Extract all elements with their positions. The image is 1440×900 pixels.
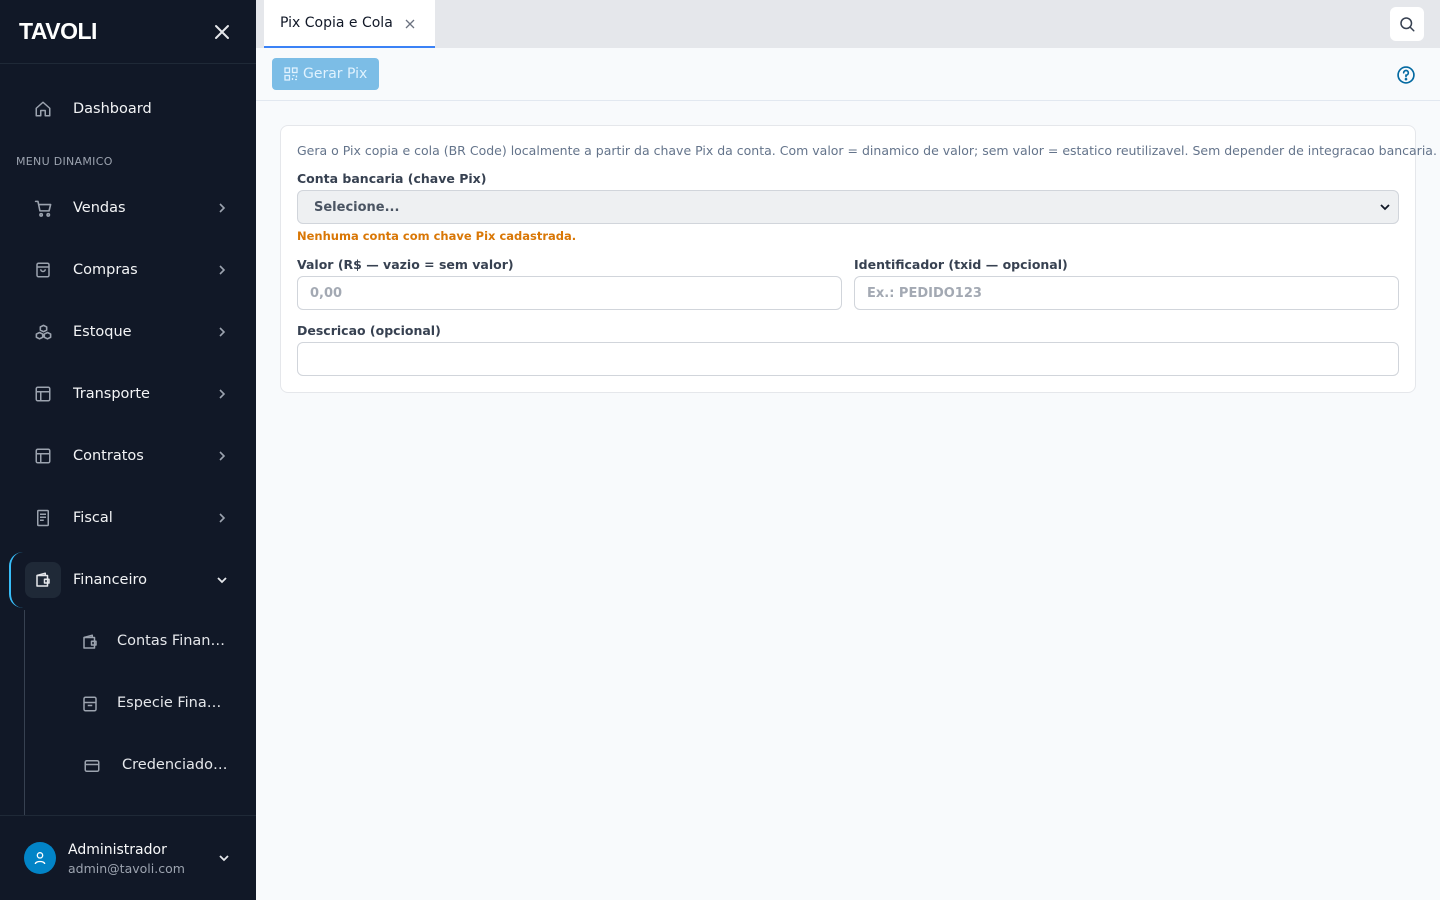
sidebar-subitem-credenciadoras[interactable]: Credenciadoras <box>0 738 256 794</box>
description-label: Descricao (opcional) <box>297 323 441 338</box>
brand-header: TAVOLI <box>0 0 256 64</box>
search-button[interactable] <box>1390 7 1424 41</box>
user-menu[interactable]: Administrador admin@tavoli.com <box>0 815 256 900</box>
sidebar-item-label: Estoque <box>73 324 132 340</box>
sidebar-item-contratos[interactable]: Contratos <box>0 428 256 484</box>
qr-code-icon <box>284 67 298 81</box>
close-sidebar-button[interactable] <box>212 22 232 42</box>
toolbar: Gerar Pix <box>256 48 1440 101</box>
chevron-down-icon <box>214 572 230 588</box>
chevron-right-icon <box>214 448 230 464</box>
boxes-icon <box>33 322 53 342</box>
tab-bar: Pix Copia e Cola <box>256 0 1440 48</box>
sidebar-item-financeiro[interactable]: Financeiro <box>0 552 256 608</box>
generate-pix-button[interactable]: Gerar Pix <box>272 58 379 90</box>
receipt-icon <box>33 508 53 528</box>
sidebar-item-transporte[interactable]: Transporte <box>0 366 256 422</box>
search-icon <box>1400 17 1415 32</box>
txid-label: Identificador (txid — opcional) <box>854 257 1068 272</box>
close-tab-button[interactable] <box>403 17 417 31</box>
sidebar-subitem-especie-financeira[interactable]: Especie Financeira <box>0 676 256 732</box>
sidebar-item-fiscal[interactable]: Fiscal <box>0 490 256 546</box>
chevron-right-icon <box>214 510 230 526</box>
home-icon <box>33 99 53 119</box>
value-label: Valor (R$ — vazio = sem valor) <box>297 257 514 272</box>
value-input[interactable]: 0,00 <box>297 276 842 310</box>
section-title: MENU DINAMICO <box>16 155 113 168</box>
layout-icon <box>33 384 53 404</box>
sidebar-item-label: Vendas <box>73 200 126 216</box>
sidebar-subitem-label: Especie Financeira <box>117 695 229 711</box>
generate-pix-label: Gerar Pix <box>303 66 368 82</box>
account-warning: Nenhuma conta com chave Pix cadastrada. <box>297 229 577 243</box>
sidebar: TAVOLI Dashboard MENU DINAMICO Vendas Co… <box>0 0 256 900</box>
logo: TAVOLI <box>19 18 97 44</box>
chevron-down-icon <box>1378 200 1392 214</box>
layout-icon <box>33 446 53 466</box>
account-select-value: Selecione... <box>314 199 400 215</box>
sidebar-item-label: Compras <box>73 262 138 278</box>
chevron-right-icon <box>214 200 230 216</box>
help-icon <box>1397 66 1415 84</box>
pix-form-card: Gera o Pix copia e cola (BR Code) localm… <box>280 125 1437 393</box>
sidebar-subitem-label: Credenciadoras <box>122 757 230 773</box>
sidebar-item-label: Contratos <box>73 448 144 464</box>
sidebar-item-dashboard[interactable]: Dashboard <box>0 81 256 137</box>
sidebar-item-compras[interactable]: Compras <box>0 242 256 298</box>
close-icon <box>405 19 415 29</box>
cart-icon <box>33 198 53 218</box>
user-icon <box>34 852 46 865</box>
sidebar-item-label: Transporte <box>73 386 150 402</box>
sidebar-item-estoque[interactable]: Estoque <box>0 304 256 360</box>
bag-icon <box>33 260 53 280</box>
chevron-right-icon <box>214 386 230 402</box>
user-email: admin@tavoli.com <box>68 861 185 876</box>
help-button[interactable] <box>1396 65 1416 85</box>
txid-placeholder: Ex.: PEDIDO123 <box>867 285 982 301</box>
close-icon <box>215 24 229 39</box>
chevron-right-icon <box>214 324 230 340</box>
sidebar-item-label: Financeiro <box>73 572 148 588</box>
sidebar-item-label: Dashboard <box>73 101 152 117</box>
account-select[interactable]: Selecione... <box>297 190 1399 224</box>
chevron-down-icon[interactable] <box>216 850 232 866</box>
wallet-icon <box>80 632 100 652</box>
txid-input[interactable]: Ex.: PEDIDO123 <box>854 276 1399 310</box>
sidebar-subitem-label: Contas Financeiras <box>117 633 229 649</box>
account-label: Conta bancaria (chave Pix) <box>297 171 487 186</box>
chevron-right-icon <box>214 262 230 278</box>
tab-pix-copia-e-cola[interactable]: Pix Copia e Cola <box>264 0 435 48</box>
archive-icon <box>80 694 100 714</box>
sidebar-item-vendas[interactable]: Vendas <box>0 180 256 236</box>
user-name: Administrador <box>68 842 167 858</box>
form-description: Gera o Pix copia e cola (BR Code) localm… <box>297 143 1437 158</box>
description-input[interactable] <box>297 342 1399 376</box>
tab-label: Pix Copia e Cola <box>280 15 393 31</box>
sidebar-subitem-contas-financeiras[interactable]: Contas Financeiras <box>0 614 256 670</box>
value-placeholder: 0,00 <box>310 285 343 301</box>
avatar <box>24 842 56 874</box>
sidebar-item-label: Fiscal <box>73 510 113 526</box>
credit-card-icon <box>82 756 102 776</box>
